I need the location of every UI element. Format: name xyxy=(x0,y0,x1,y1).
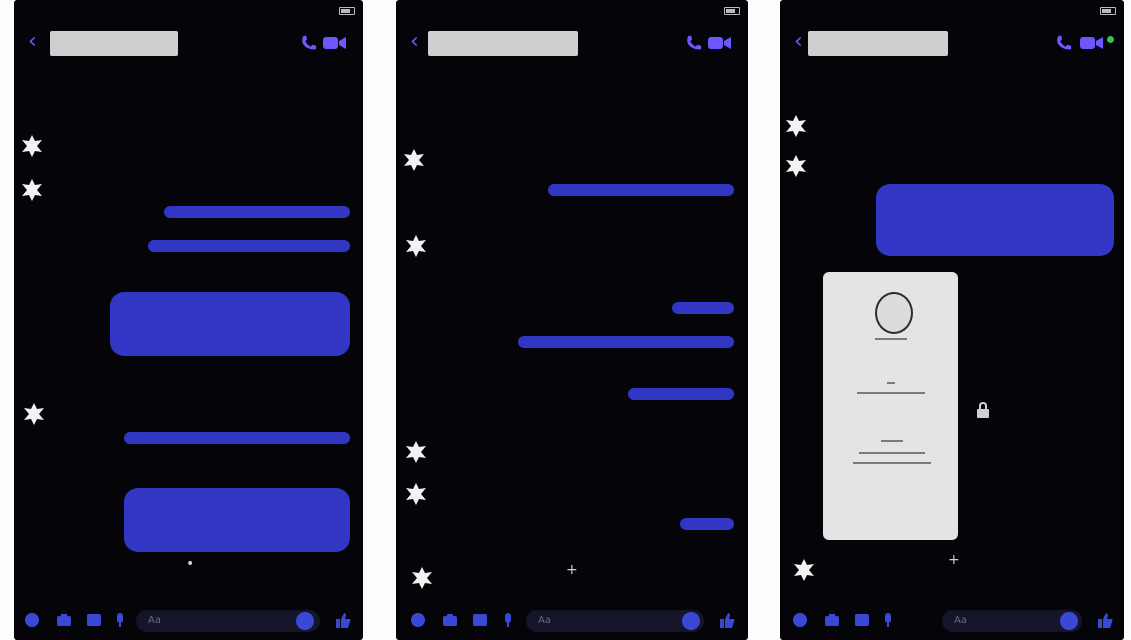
battery-icon xyxy=(339,7,355,15)
emoji-icon[interactable] xyxy=(1060,612,1078,630)
camera-icon[interactable] xyxy=(824,612,840,628)
chat-screenshot-3: ‹ + Aa xyxy=(780,0,1124,640)
contact-avatar-icon xyxy=(412,567,432,589)
message-composer: Aa xyxy=(780,608,1124,634)
status-bar xyxy=(396,6,748,16)
contact-avatar-icon xyxy=(406,235,426,257)
battery-icon xyxy=(724,7,740,15)
phone-call-icon[interactable] xyxy=(1054,34,1072,52)
back-icon[interactable]: ‹ xyxy=(794,31,803,53)
contact-avatar-icon xyxy=(794,559,814,581)
document-line xyxy=(857,392,925,394)
outgoing-message xyxy=(518,336,734,348)
lock-icon xyxy=(977,402,989,418)
apps-icon[interactable] xyxy=(410,612,426,628)
phone-call-icon[interactable] xyxy=(684,34,702,52)
message-input[interactable]: Aa xyxy=(526,610,704,632)
apps-icon[interactable] xyxy=(792,612,808,628)
video-call-icon[interactable] xyxy=(708,36,732,50)
read-receipt-icon: • xyxy=(186,556,195,572)
outgoing-message xyxy=(628,388,734,400)
document-line xyxy=(859,452,925,454)
document-line xyxy=(875,338,907,340)
outgoing-message xyxy=(110,292,350,356)
contact-avatar-icon xyxy=(22,179,42,201)
outgoing-message xyxy=(672,302,734,314)
redacted-contact-name xyxy=(50,31,178,56)
document-line xyxy=(853,462,931,464)
back-icon[interactable]: ‹ xyxy=(28,31,37,53)
contact-avatar-icon xyxy=(406,483,426,505)
message-composer: Aa xyxy=(396,608,748,634)
outgoing-message xyxy=(164,206,350,218)
id-card-photo[interactable] xyxy=(823,272,958,540)
chat-header: ‹ xyxy=(396,24,748,64)
microphone-icon[interactable] xyxy=(112,612,128,628)
document-line xyxy=(881,440,903,442)
back-icon[interactable]: ‹ xyxy=(410,31,419,53)
online-status-icon xyxy=(1107,36,1114,43)
contact-avatar-icon xyxy=(404,149,424,171)
microphone-icon[interactable] xyxy=(880,612,896,628)
status-bar xyxy=(780,6,1124,16)
outgoing-message xyxy=(680,518,734,530)
add-icon[interactable]: + xyxy=(948,552,960,568)
outgoing-message xyxy=(124,488,350,552)
redacted-contact-name xyxy=(428,31,578,56)
gallery-icon[interactable] xyxy=(86,612,102,628)
contact-avatar-icon xyxy=(24,403,44,425)
phone-call-icon[interactable] xyxy=(299,34,317,52)
status-bar xyxy=(14,6,363,16)
gallery-icon[interactable] xyxy=(472,612,488,628)
contact-avatar-icon xyxy=(786,115,806,137)
contact-avatar-icon xyxy=(406,441,426,463)
emblem-icon xyxy=(875,292,913,334)
add-icon[interactable]: + xyxy=(566,562,578,578)
thumbs-up-icon[interactable] xyxy=(718,611,736,629)
chat-header: ‹ xyxy=(14,24,363,64)
outgoing-message xyxy=(876,184,1114,256)
emoji-icon[interactable] xyxy=(682,612,700,630)
camera-icon[interactable] xyxy=(56,612,72,628)
thumbs-up-icon[interactable] xyxy=(1096,611,1114,629)
gallery-icon[interactable] xyxy=(854,612,870,628)
chat-screenshot-1: ‹ • Aa xyxy=(14,0,363,640)
message-composer: Aa xyxy=(14,608,363,634)
video-call-icon[interactable] xyxy=(1080,36,1104,50)
outgoing-message xyxy=(124,432,350,444)
outgoing-message xyxy=(548,184,734,196)
message-input[interactable]: Aa xyxy=(136,610,320,632)
microphone-icon[interactable] xyxy=(500,612,516,628)
chat-screenshot-2: ‹ + Aa xyxy=(396,0,748,640)
contact-avatar-icon xyxy=(786,155,806,177)
document-line xyxy=(887,382,895,384)
apps-icon[interactable] xyxy=(24,612,40,628)
chat-header: ‹ xyxy=(780,24,1124,64)
emoji-icon[interactable] xyxy=(296,612,314,630)
video-call-icon[interactable] xyxy=(323,36,347,50)
battery-icon xyxy=(1100,7,1116,15)
outgoing-message xyxy=(148,240,350,252)
thumbs-up-icon[interactable] xyxy=(334,611,352,629)
redacted-contact-name xyxy=(808,31,948,56)
camera-icon[interactable] xyxy=(442,612,458,628)
contact-avatar-icon xyxy=(22,135,42,157)
